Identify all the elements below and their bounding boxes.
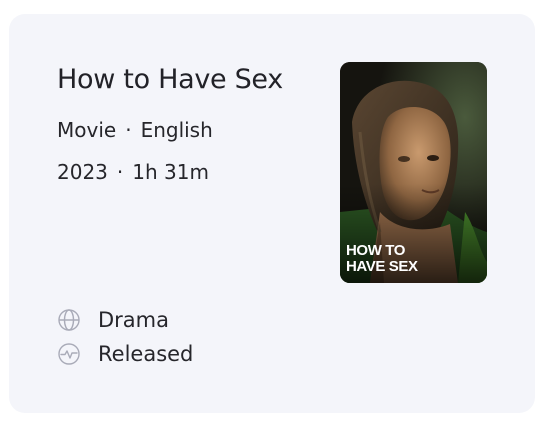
genre-row: Drama — [57, 308, 169, 332]
separator-dot: · — [116, 160, 124, 184]
status-label: Released — [98, 342, 194, 366]
movie-runtime: 1h 31m — [132, 160, 209, 184]
poster-title-text: HOW TO HAVE SEX — [346, 242, 418, 275]
status-row: Released — [57, 342, 193, 366]
movie-language: English — [140, 118, 213, 142]
movie-card[interactable]: How to Have Sex Movie · English 2023 · 1h 31… — [9, 14, 535, 413]
pulse-icon — [57, 342, 81, 366]
movie-poster[interactable]: HOW TO HAVE SEX — [340, 62, 487, 283]
movie-type: Movie — [57, 118, 117, 142]
meta-year-runtime: 2023 · 1h 31m — [57, 160, 209, 184]
movie-title: How to Have Sex — [57, 64, 283, 95]
genre-label: Drama — [98, 308, 169, 332]
movie-year: 2023 — [57, 160, 108, 184]
separator-dot: · — [125, 118, 132, 142]
meta-type-language: Movie · English — [57, 118, 213, 142]
globe-icon — [57, 308, 81, 332]
